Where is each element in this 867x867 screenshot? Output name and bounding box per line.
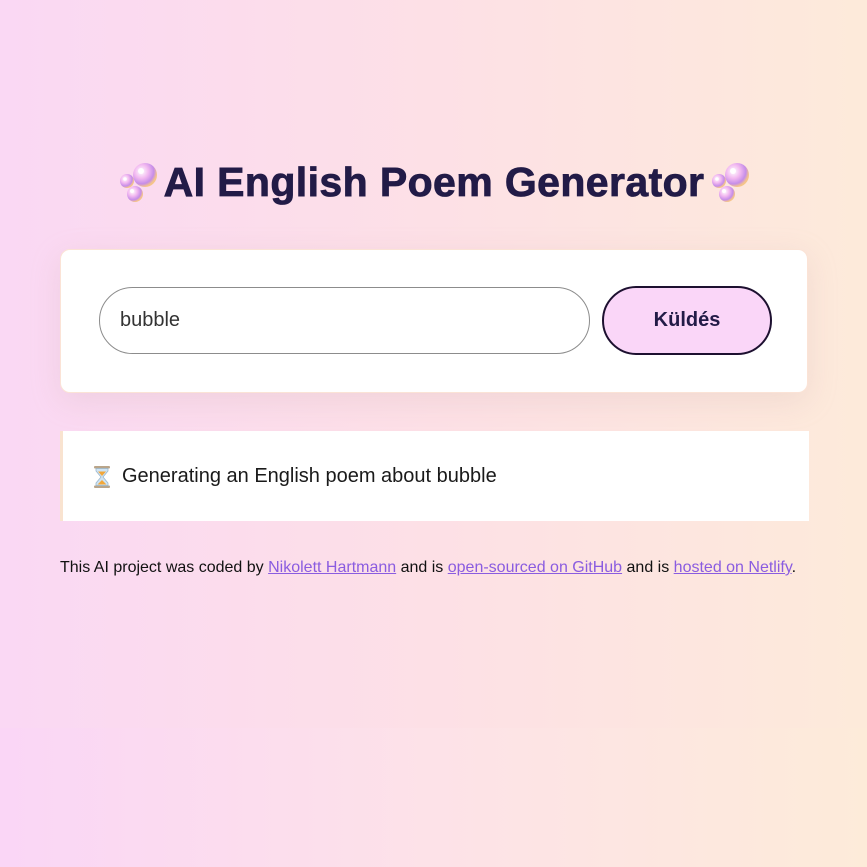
status-text: Generating an English poem about bubble [122,464,497,487]
submit-button[interactable]: Küldés [602,286,772,355]
topic-input[interactable] [99,287,590,354]
bubbles-icon [712,163,750,202]
footer-text: . [791,559,797,576]
footer: This AI project was coded by Nikolett Ha… [60,558,820,578]
poem-output: Generating an English poem about bubble [60,431,809,521]
bubbles-icon [119,163,157,202]
author-link[interactable]: Nikolett Hartmann [268,559,396,576]
poem-form: Küldés [60,249,808,393]
hourglass-icon [94,466,110,488]
netlify-link[interactable]: hosted on Netlify [674,559,792,576]
page-title: AI English Poem Generator [60,158,808,206]
footer-text: This AI project was coded by [60,559,269,576]
github-link[interactable]: open-sourced on GitHub [448,559,622,576]
title-text: AI English Poem Generator [163,159,705,206]
footer-text: and is [396,559,448,576]
footer-text: and is [622,559,674,576]
